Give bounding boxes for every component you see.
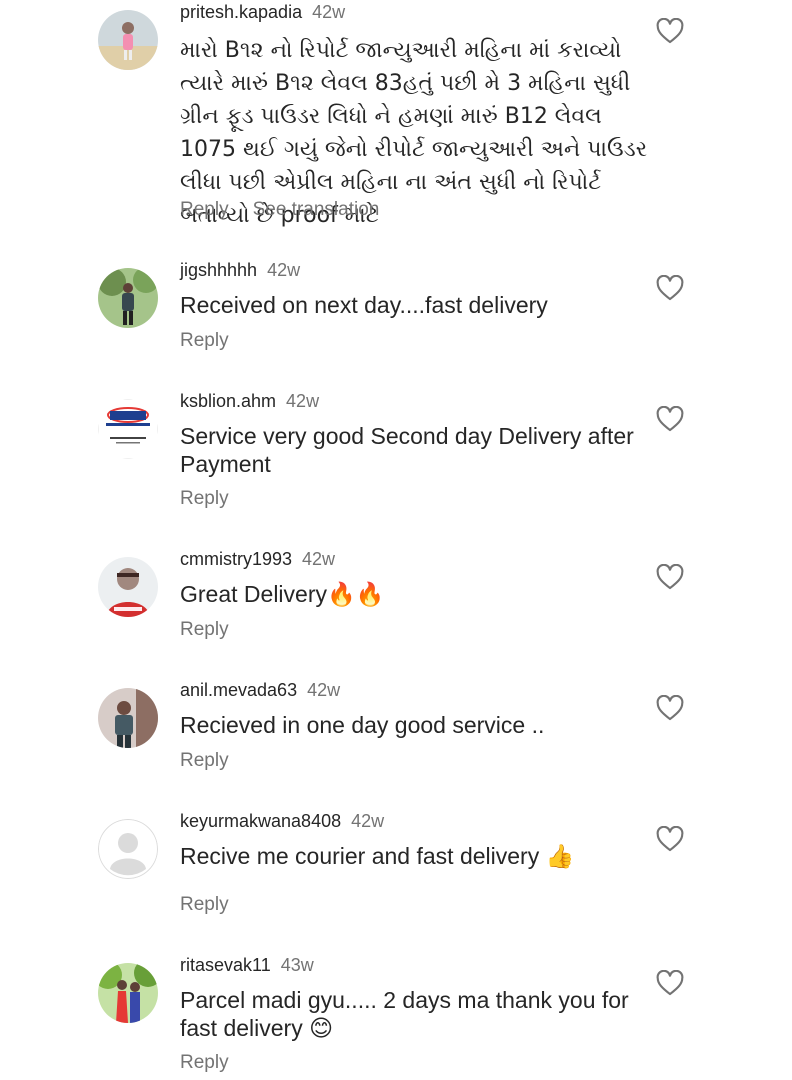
comment-actions: Reply <box>180 750 229 772</box>
profile-photo-icon <box>98 10 158 70</box>
reply-button[interactable]: Reply <box>180 330 229 351</box>
reply-button[interactable]: Reply <box>180 488 229 509</box>
heart-outline-icon[interactable] <box>656 695 684 721</box>
profile-photo-icon <box>98 688 158 748</box>
username[interactable]: keyurmakwana8408 <box>180 811 341 831</box>
heart-outline-icon[interactable] <box>656 18 684 44</box>
comment-meta: jigshhhhh 42w <box>180 259 300 281</box>
comment-actions: Reply See translation <box>180 199 379 221</box>
comment-meta: ritasevak11 43w <box>180 954 314 976</box>
comment-text: Great Delivery🔥🔥 <box>180 581 385 607</box>
timestamp: 42w <box>286 391 320 411</box>
username[interactable]: pritesh.kapadia <box>180 2 302 22</box>
heart-outline-icon[interactable] <box>656 406 684 432</box>
avatar[interactable] <box>98 557 158 617</box>
timestamp: 42w <box>307 680 341 700</box>
timestamp: 42w <box>312 2 346 22</box>
username[interactable]: cmmistry1993 <box>180 549 292 569</box>
avatar[interactable] <box>98 963 158 1023</box>
avatar[interactable] <box>98 399 158 459</box>
timestamp: 42w <box>351 811 385 831</box>
timestamp: 42w <box>267 260 301 280</box>
avatar[interactable] <box>98 688 158 748</box>
username[interactable]: jigshhhhh <box>180 260 257 280</box>
reply-button[interactable]: Reply <box>180 750 229 771</box>
profile-photo-icon <box>98 557 158 617</box>
username[interactable]: ksblion.ahm <box>180 391 276 411</box>
username[interactable]: ritasevak11 <box>180 955 271 975</box>
avatar[interactable] <box>98 819 158 879</box>
comment-text: Recive me courier and fast delivery 👍 <box>180 843 575 869</box>
reply-button[interactable]: Reply <box>180 619 229 640</box>
profile-photo-icon <box>98 963 158 1023</box>
reply-button[interactable]: Reply <box>180 1052 229 1073</box>
comment-meta: pritesh.kapadia 42w <box>180 1 345 23</box>
avatar[interactable] <box>98 268 158 328</box>
comment-actions: Reply <box>180 488 229 510</box>
heart-outline-icon[interactable] <box>656 826 684 852</box>
comment-actions: Reply <box>180 330 229 352</box>
see-translation-button[interactable]: See translation <box>253 199 380 220</box>
company-logo-icon <box>98 399 158 459</box>
comment-actions: Reply <box>180 619 229 641</box>
comment-actions: Reply <box>180 894 229 916</box>
comment-meta: anil.mevada63 42w <box>180 679 340 701</box>
heart-outline-icon[interactable] <box>656 275 684 301</box>
comment-meta: ksblion.ahm 42w <box>180 390 319 412</box>
profile-photo-icon <box>98 268 158 328</box>
default-avatar-icon <box>98 819 158 879</box>
timestamp: 42w <box>302 549 336 569</box>
comment-text: Service very good Second day Delivery af… <box>180 423 634 477</box>
reply-button[interactable]: Reply <box>180 199 229 220</box>
timestamp: 43w <box>280 955 314 975</box>
comment-actions: Reply <box>180 1052 229 1074</box>
comment-text: Recieved in one day good service .. <box>180 712 545 738</box>
reply-button[interactable]: Reply <box>180 894 229 915</box>
avatar[interactable] <box>98 10 158 70</box>
username[interactable]: anil.mevada63 <box>180 680 297 700</box>
heart-outline-icon[interactable] <box>656 564 684 590</box>
comment-text: Parcel madi gyu..... 2 days ma thank you… <box>180 987 629 1041</box>
comment-text: Received on next day....fast delivery <box>180 292 548 318</box>
comment-meta: keyurmakwana8408 42w <box>180 810 384 832</box>
comment-meta: cmmistry1993 42w <box>180 548 335 570</box>
heart-outline-icon[interactable] <box>656 970 684 996</box>
